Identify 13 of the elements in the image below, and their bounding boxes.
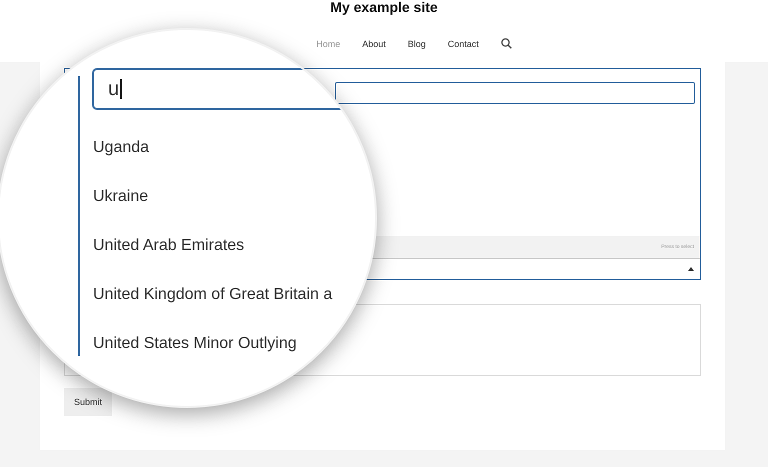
- country-option[interactable]: Uganda: [93, 134, 332, 183]
- search-icon[interactable]: [500, 38, 512, 49]
- country-option[interactable]: United States Minor Outlying: [93, 330, 332, 379]
- nav-link[interactable]: Contact: [448, 38, 479, 48]
- nav-link[interactable]: About: [362, 38, 386, 48]
- submit-button[interactable]: Submit: [64, 388, 112, 416]
- nav-link[interactable]: Blog: [408, 38, 426, 48]
- search-text: u: [108, 78, 120, 100]
- country-option[interactable]: Ukraine: [93, 183, 332, 232]
- site-title[interactable]: My example site: [330, 0, 438, 14]
- country-option[interactable]: United Kingdom of Great Britain a: [93, 281, 332, 330]
- search-field[interactable]: [335, 82, 695, 104]
- country-option[interactable]: United Arab Emirates: [93, 232, 332, 281]
